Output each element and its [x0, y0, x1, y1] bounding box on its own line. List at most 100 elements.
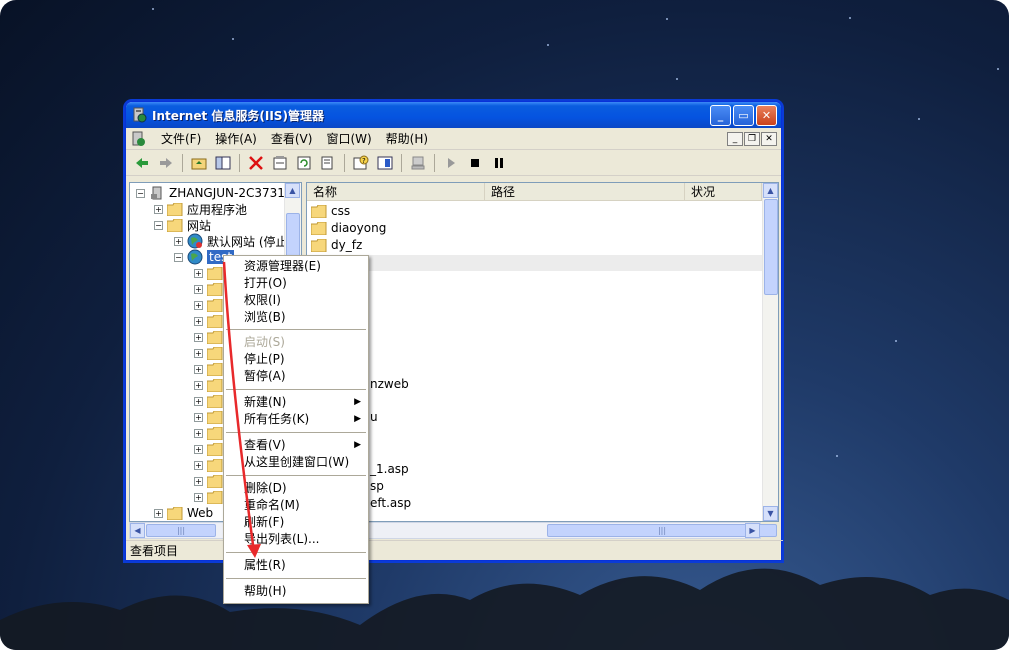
expand-icon[interactable]: +	[194, 284, 203, 294]
menu-item-start[interactable]: 启动(S)	[225, 334, 367, 351]
list-pane[interactable]: 名称 路径 状况 css diaoyong dy_fz nzweb u _1.a…	[306, 182, 779, 522]
expand-icon[interactable]: +	[194, 380, 203, 390]
column-path[interactable]: 路径	[485, 183, 685, 201]
mdi-minimize-button[interactable]: _	[727, 131, 743, 146]
mdi-restore-button[interactable]: ❐	[744, 131, 760, 146]
menu-separator	[226, 578, 366, 579]
menu-item-all-tasks[interactable]: 所有任务(K) ▶	[225, 411, 367, 428]
pause-icon[interactable]	[488, 152, 510, 174]
collapse-icon[interactable]: −	[136, 188, 145, 198]
expand-icon[interactable]: +	[194, 492, 203, 502]
close-button[interactable]: ✕	[756, 104, 777, 126]
scroll-right-arrow[interactable]: ▶	[745, 523, 760, 538]
menu-item-label: 新建(N)	[244, 395, 287, 409]
collapse-icon[interactable]: −	[154, 220, 163, 230]
expand-icon[interactable]: +	[174, 236, 183, 246]
refresh-icon[interactable]	[293, 152, 315, 174]
submenu-arrow-icon: ▶	[354, 440, 361, 450]
expand-icon[interactable]: +	[194, 268, 203, 278]
folder-icon	[207, 426, 223, 440]
menu-item-new[interactable]: 新建(N) ▶	[225, 394, 367, 411]
up-folder-icon[interactable]	[188, 152, 210, 174]
title-bar[interactable]: Internet 信息服务(IIS)管理器 _ ▭ ✕	[126, 102, 781, 128]
menu-item-help[interactable]: 帮助(H)	[225, 583, 367, 600]
collapse-icon[interactable]: −	[174, 252, 183, 262]
expand-icon[interactable]: +	[154, 204, 163, 214]
tree-item-websites[interactable]: − 网站	[154, 217, 211, 233]
submenu-arrow-icon: ▶	[354, 414, 361, 424]
console-menu-icon[interactable]	[130, 131, 146, 147]
expand-icon[interactable]: +	[194, 396, 203, 406]
window-title: Internet 信息服务(IIS)管理器	[152, 108, 324, 123]
folder-icon	[311, 221, 327, 235]
maximize-button[interactable]: ▭	[733, 104, 754, 126]
menu-item-browse[interactable]: 浏览(B)	[225, 309, 367, 326]
scroll-left-arrow[interactable]: ◀	[130, 523, 145, 538]
back-icon[interactable]	[131, 152, 153, 174]
folder-icon	[167, 202, 183, 216]
folder-icon	[207, 362, 223, 376]
expand-icon[interactable]: +	[194, 348, 203, 358]
menu-item-export-list[interactable]: 导出列表(L)...	[225, 531, 367, 548]
menu-item-stop[interactable]: 停止(P)	[225, 351, 367, 368]
menu-item-new-window[interactable]: 从这里创建窗口(W)	[225, 454, 367, 471]
expand-icon[interactable]: +	[194, 316, 203, 326]
menu-window[interactable]: 窗口(W)	[319, 130, 378, 147]
column-name[interactable]: 名称	[307, 183, 485, 201]
stop-icon[interactable]	[464, 152, 486, 174]
menu-item-pause[interactable]: 暂停(A)	[225, 368, 367, 385]
help-icon[interactable]: ?	[350, 152, 372, 174]
tree-item-web-ext[interactable]: + Web	[154, 505, 213, 521]
tree-item-default-site[interactable]: + 默认网站 (停止	[174, 233, 288, 249]
show-tree-icon[interactable]	[212, 152, 234, 174]
list-item[interactable]: css	[311, 203, 350, 219]
scroll-thumb[interactable]: |||	[547, 524, 777, 537]
scroll-thumb[interactable]: |||	[146, 524, 216, 537]
expand-icon[interactable]: +	[194, 412, 203, 422]
export-icon[interactable]	[317, 152, 339, 174]
expand-icon[interactable]: +	[194, 444, 203, 454]
menu-item-rename[interactable]: 重命名(M)	[225, 497, 367, 514]
menu-item-open[interactable]: 打开(O)	[225, 275, 367, 292]
list-item[interactable]: dy_fz	[311, 237, 362, 253]
menu-action[interactable]: 操作(A)	[208, 130, 264, 147]
menu-file[interactable]: 文件(F)	[154, 130, 208, 147]
tree-item-app-pools[interactable]: + 应用程序池	[154, 201, 247, 217]
menu-item-permissions[interactable]: 权限(I)	[225, 292, 367, 309]
scroll-up-arrow[interactable]: ▲	[763, 183, 778, 198]
menu-item-explorer[interactable]: 资源管理器(E)	[225, 258, 367, 275]
menu-view[interactable]: 查看(V)	[264, 130, 320, 147]
list-item[interactable]: diaoyong	[311, 220, 386, 236]
delete-icon[interactable]	[245, 152, 267, 174]
list-vertical-scrollbar[interactable]: ▲ ▼	[762, 183, 778, 521]
console-icon[interactable]	[374, 152, 396, 174]
scroll-thumb[interactable]	[764, 199, 778, 295]
scroll-up-arrow[interactable]: ▲	[285, 183, 300, 198]
list-item-label: eft.asp	[370, 496, 412, 510]
menu-item-refresh[interactable]: 刷新(F)	[225, 514, 367, 531]
column-status[interactable]: 状况	[685, 183, 762, 201]
list-horizontal-scrollbar[interactable]: ◀ ||| ▶	[306, 522, 777, 539]
start-icon[interactable]	[440, 152, 462, 174]
scroll-down-arrow[interactable]: ▼	[763, 506, 778, 521]
menu-item-properties[interactable]: 属性(R)	[225, 557, 367, 574]
menu-item-delete[interactable]: 删除(D)	[225, 480, 367, 497]
expand-icon[interactable]: +	[194, 332, 203, 342]
forward-icon[interactable]	[155, 152, 177, 174]
expand-icon[interactable]: +	[194, 428, 203, 438]
expand-icon[interactable]: +	[194, 476, 203, 486]
expand-icon[interactable]: +	[194, 364, 203, 374]
computer-icon[interactable]	[407, 152, 429, 174]
expand-icon[interactable]: +	[194, 300, 203, 310]
folder-icon	[207, 314, 223, 328]
properties-icon[interactable]	[269, 152, 291, 174]
menu-help[interactable]: 帮助(H)	[379, 130, 435, 147]
expand-icon[interactable]: +	[194, 460, 203, 470]
menu-item-view[interactable]: 查看(V) ▶	[225, 437, 367, 454]
tree-item-root[interactable]: − ZHANGJUN-2C3731(	[136, 185, 290, 201]
expand-icon[interactable]: +	[154, 508, 163, 518]
list-item-highlighted[interactable]	[307, 255, 762, 271]
folder-icon	[207, 458, 223, 472]
mdi-close-button[interactable]: ✕	[761, 131, 777, 146]
minimize-button[interactable]: _	[710, 104, 731, 126]
